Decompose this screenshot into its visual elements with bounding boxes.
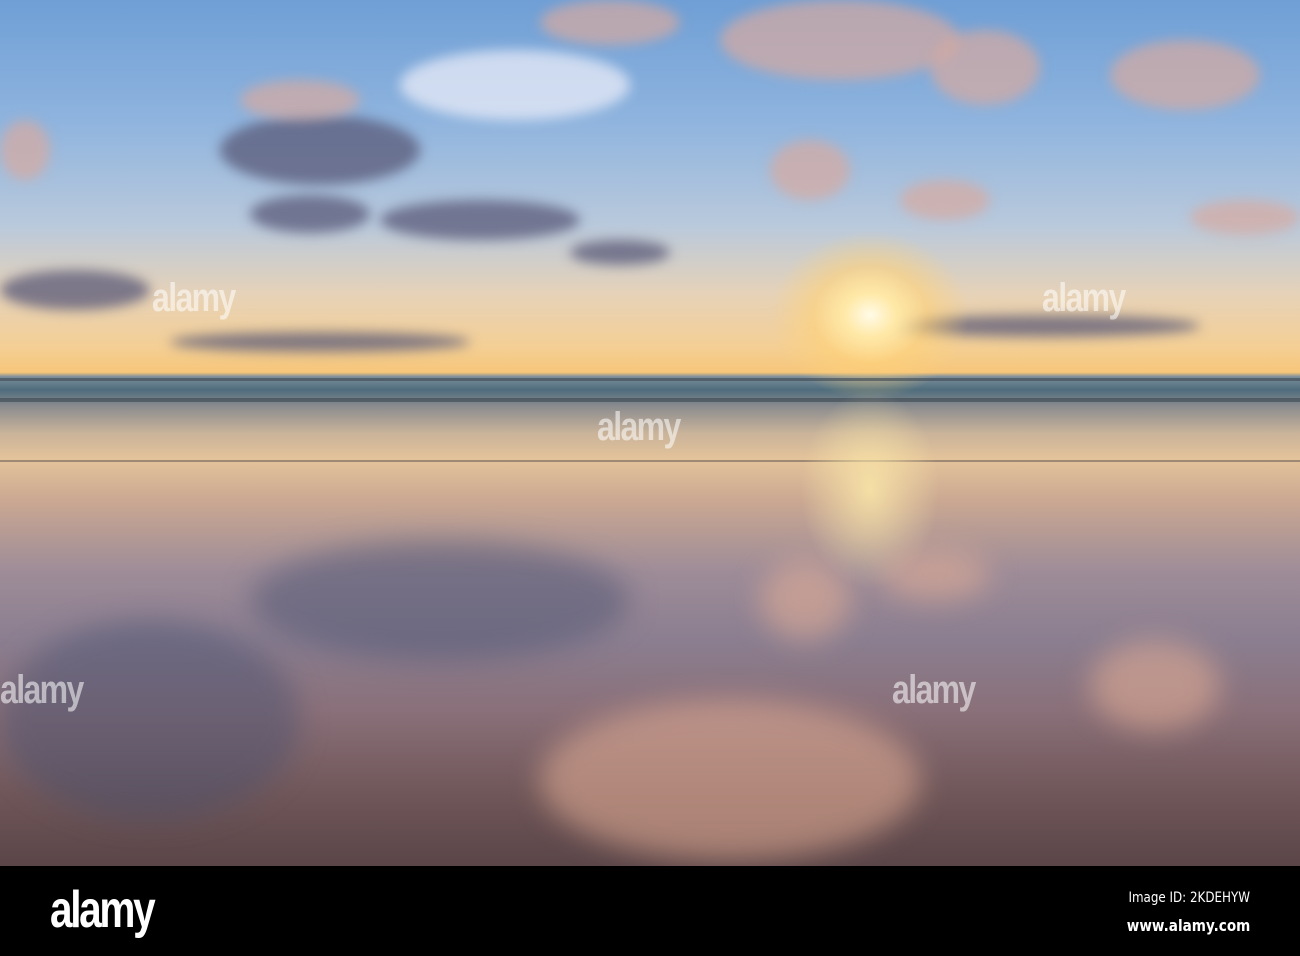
cloud-reflection [250,540,630,660]
beach-sunset-photo: alamy alamy alamy alamy alamy [0,0,1300,866]
watermark: alamy [0,668,84,712]
cloud [1110,40,1260,110]
cloud [220,115,420,185]
cloud [1190,200,1300,235]
alamy-logo: alamy [50,881,156,939]
wave-line [0,398,1300,402]
watermark: alamy [152,276,236,320]
sun [770,230,970,400]
watermark: alamy [892,668,976,712]
footer-bar: alamy Image ID: 2KDEHYW www.alamy.com [0,866,1300,956]
wave-line [0,378,1300,381]
cloud [0,120,50,180]
watermark: alamy [597,405,681,449]
cloud [250,195,370,233]
cloud-reflection [1090,640,1220,730]
cloud [770,140,850,200]
cloud [540,0,680,45]
image-id: Image ID: 2KDEHYW [1128,890,1250,906]
cloud [380,200,580,240]
cloud [170,332,470,352]
cloud-reflection [760,560,850,640]
watermark: alamy [1042,276,1126,320]
cloud-reflection [540,700,920,860]
cloud [400,50,630,120]
cloud [900,180,990,220]
cloud [240,80,360,120]
cloud-reflection [0,620,300,820]
cloud [930,30,1040,105]
cloud [720,0,960,80]
cloud-reflection [880,550,990,600]
cloud [0,270,150,310]
wave-line [0,460,1300,462]
cloud [570,240,670,265]
site-url: www.alamy.com [1126,916,1250,935]
